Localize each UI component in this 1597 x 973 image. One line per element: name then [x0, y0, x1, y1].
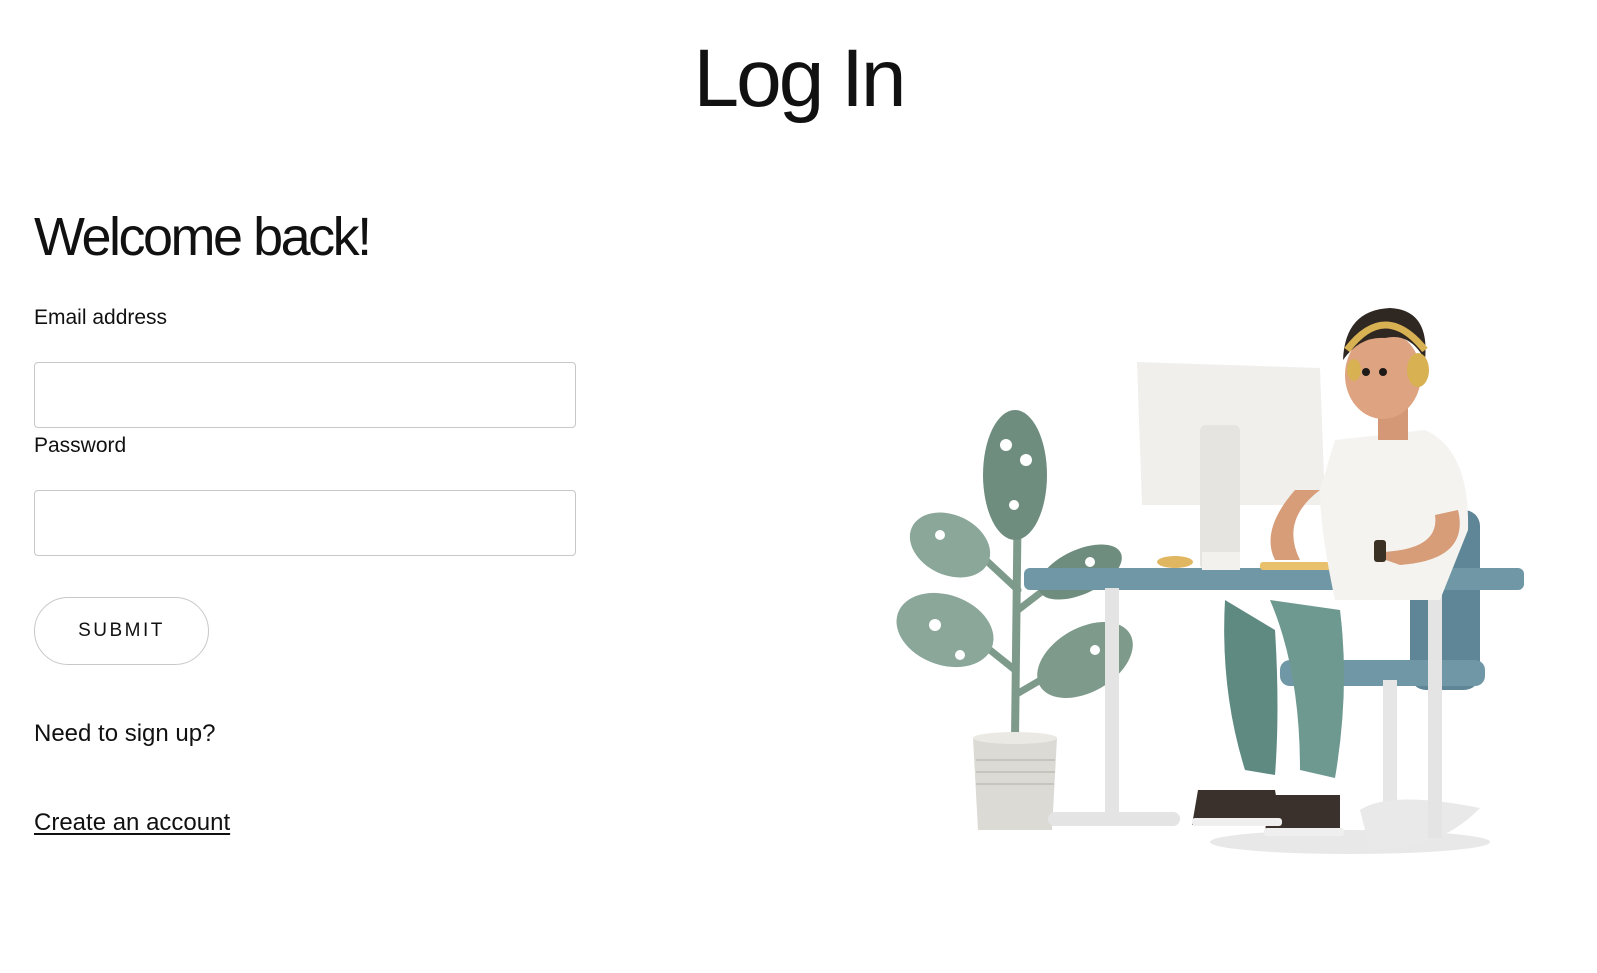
- email-field[interactable]: [34, 362, 576, 428]
- page-title: Log In: [693, 33, 907, 124]
- login-page: Log In Welcome back! Email address Passw…: [0, 0, 1597, 973]
- submit-button[interactable]: SUBMIT: [34, 597, 209, 665]
- create-account-link[interactable]: Create an account: [34, 809, 230, 837]
- signup-prompt: Need to sign up?: [34, 720, 216, 747]
- password-label: Password: [34, 434, 127, 457]
- welcome-heading: Welcome back!: [34, 207, 372, 267]
- person-at-desk-illustration: [896, 308, 1524, 854]
- password-field[interactable]: [34, 490, 576, 556]
- email-label: Email address: [34, 306, 168, 329]
